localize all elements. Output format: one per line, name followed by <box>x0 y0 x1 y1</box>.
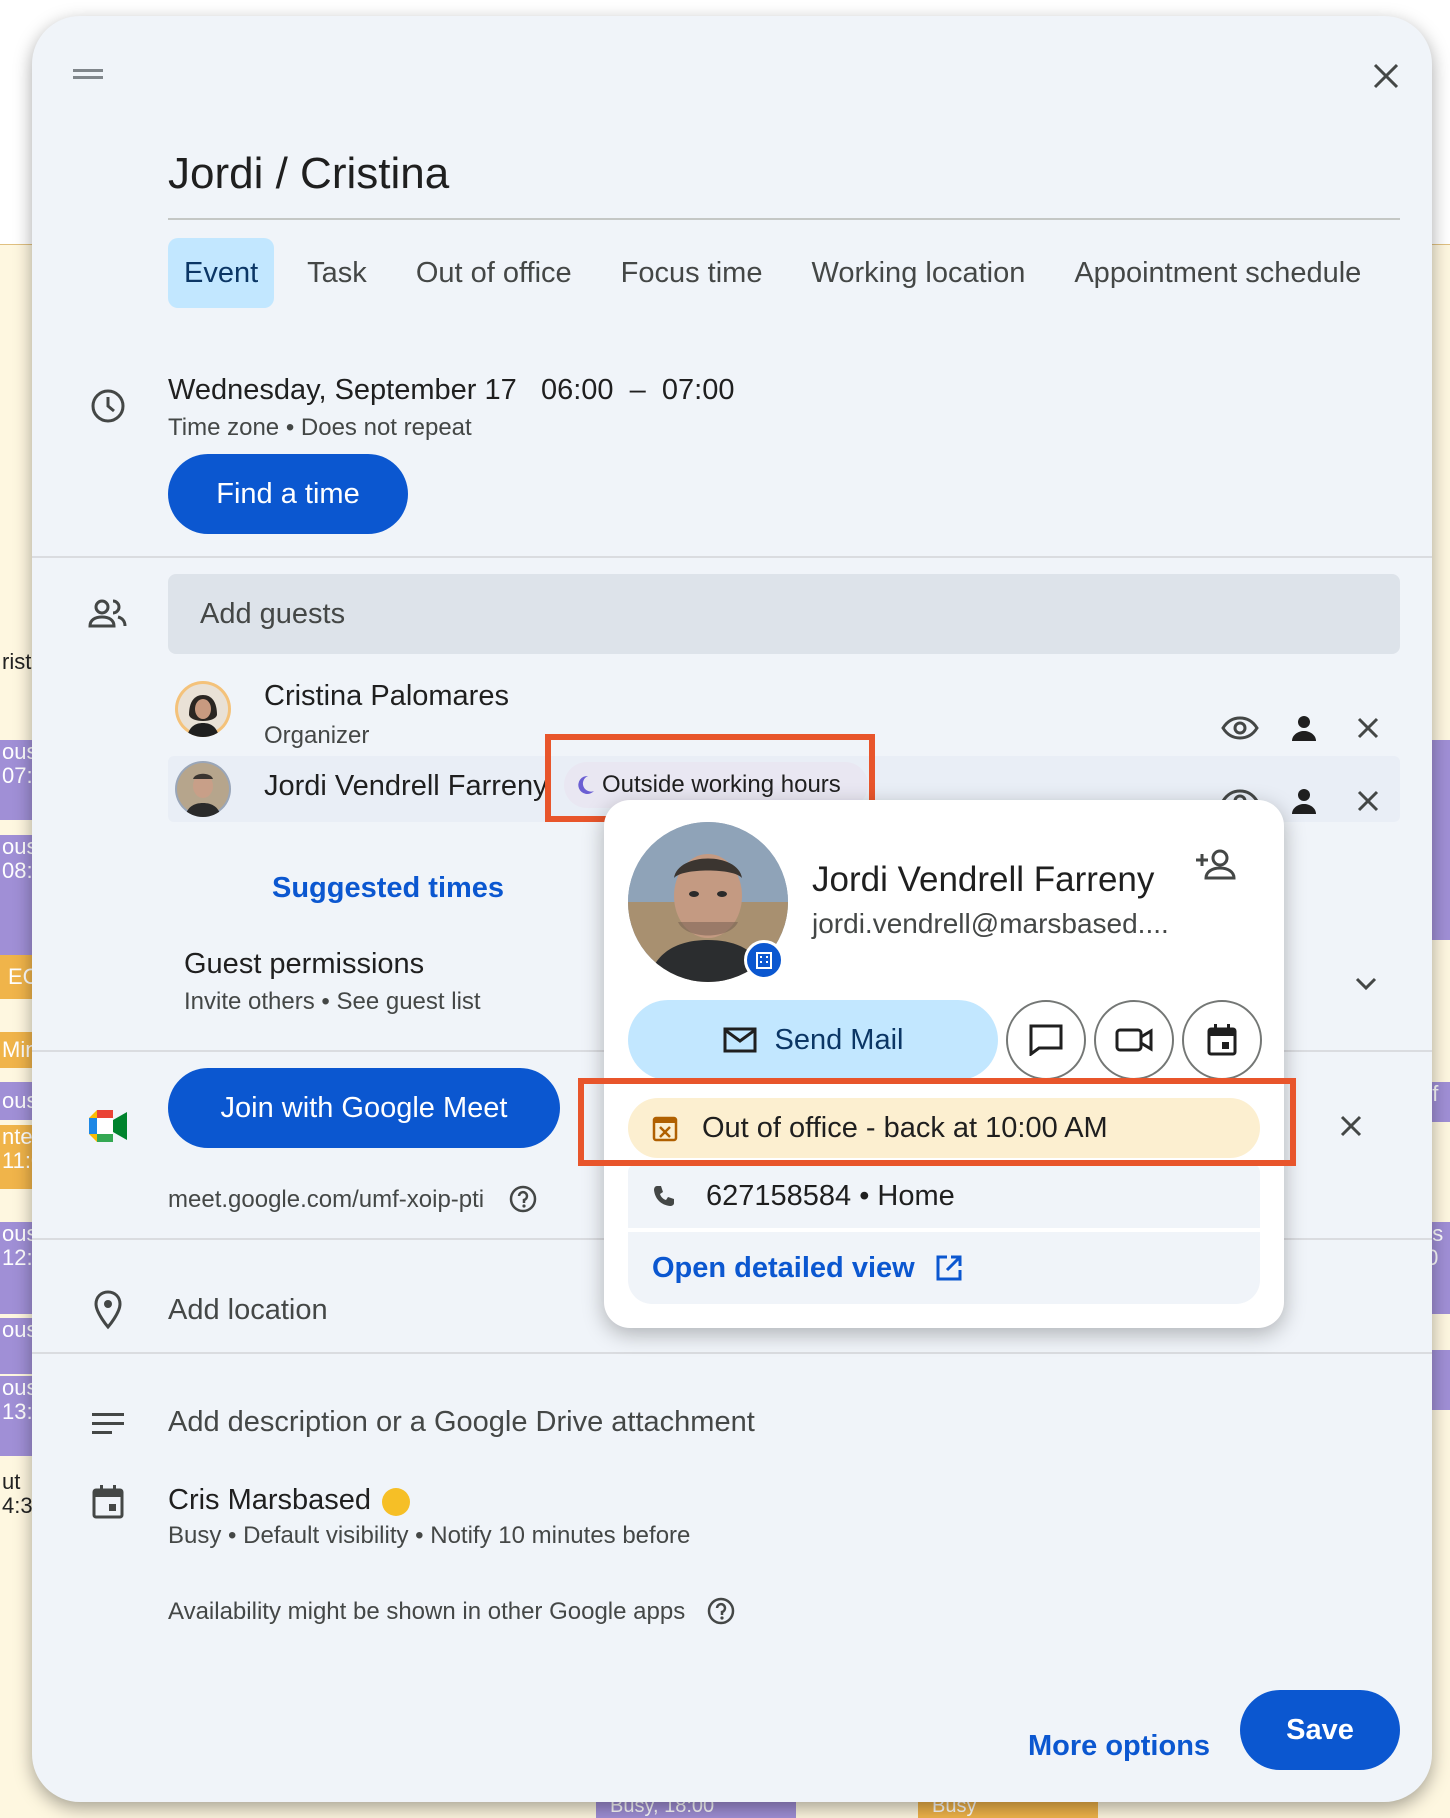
avatar <box>175 761 231 817</box>
busy-select[interactable]: Busy <box>168 1522 221 1549</box>
building-icon <box>744 940 784 980</box>
date-field[interactable]: Wednesday, September 17 <box>168 374 517 406</box>
bg-event: ous <box>0 1082 34 1120</box>
bg-event: ut4:30 <box>2 1470 34 1518</box>
video-icon <box>1115 1026 1153 1054</box>
bg-event-label: rist <box>2 650 32 674</box>
drag-handle-icon[interactable] <box>60 46 116 102</box>
tab-working-location[interactable]: Working location <box>795 238 1041 308</box>
popup-email[interactable]: jordi.vendrell@marsbased.... <box>812 908 1169 940</box>
event-type-tabs: Event Task Out of office Focus time Work… <box>168 238 1394 308</box>
popup-name: Jordi Vendrell Farreny <box>812 860 1155 899</box>
chat-icon <box>1029 1024 1063 1056</box>
phone-row[interactable]: 627158584 • Home <box>628 1164 1260 1228</box>
guest-permissions-summary: Invite others • See guest list <box>184 988 481 1015</box>
mail-icon <box>723 1027 757 1053</box>
help-icon[interactable] <box>506 1182 540 1216</box>
avatar <box>175 681 231 737</box>
tab-event[interactable]: Event <box>168 238 275 308</box>
find-a-time-button[interactable]: Find a time <box>168 454 408 534</box>
person-icon[interactable] <box>1276 773 1332 829</box>
tab-focus-time[interactable]: Focus time <box>605 238 779 308</box>
bg-event: ous <box>0 1318 34 1374</box>
add-description-input[interactable]: Add description or a Google Drive attach… <box>168 1406 755 1439</box>
time-dash: – <box>629 374 646 406</box>
guest-name: Jordi Vendrell Farreny <box>264 770 548 802</box>
tab-appointment-schedule[interactable]: Appointment schedule <box>1058 238 1377 308</box>
notification-select[interactable]: Notify 10 minutes before <box>430 1522 690 1549</box>
guest-permissions-title: Guest permissions <box>184 948 425 980</box>
add-person-icon[interactable] <box>1192 840 1240 888</box>
calendar-icon <box>1207 1024 1237 1056</box>
date-time-row: Wednesday, September 17 06:00 – 07:00 <box>168 374 734 407</box>
add-location-input[interactable]: Add location <box>168 1294 328 1327</box>
bg-event: ous 08: <box>0 835 34 955</box>
video-call-button[interactable] <box>1094 1000 1174 1080</box>
start-time-field[interactable]: 06:00 <box>541 374 614 406</box>
time-options: Time zone • Does not repeat <box>168 414 472 441</box>
eye-icon[interactable] <box>1212 700 1268 756</box>
divider <box>32 1352 1432 1354</box>
clock-icon <box>80 378 136 434</box>
google-meet-icon <box>80 1098 136 1154</box>
phone-icon <box>652 1184 676 1208</box>
bg-event: nte11:0 <box>0 1125 34 1189</box>
divider <box>32 556 1432 558</box>
suggested-times-link[interactable]: Suggested times <box>272 872 504 905</box>
external-link-icon <box>935 1254 963 1282</box>
tab-out-of-office[interactable]: Out of office <box>400 238 588 308</box>
availability-note: Availability might be shown in other Goo… <box>168 1598 686 1625</box>
remove-guest-icon[interactable] <box>1340 700 1396 756</box>
description-icon <box>80 1396 136 1452</box>
bg-event: Min <box>0 1032 34 1068</box>
save-button[interactable]: Save <box>1240 1690 1400 1770</box>
join-google-meet-button[interactable]: Join with Google Meet <box>168 1068 560 1148</box>
more-options-button[interactable]: More options <box>1028 1730 1210 1763</box>
visibility-select[interactable]: Default visibility <box>243 1522 408 1549</box>
guest-name: Cristina Palomares <box>264 680 509 712</box>
highlight-box <box>578 1078 1296 1166</box>
repeat-select[interactable]: Does not repeat <box>301 414 472 441</box>
bg-event: ous 07: <box>0 740 34 820</box>
send-mail-button[interactable]: Send Mail <box>628 1000 998 1080</box>
person-icon[interactable] <box>1276 700 1332 756</box>
help-icon[interactable] <box>704 1594 738 1628</box>
schedule-event-button[interactable] <box>1182 1000 1262 1080</box>
calendar-icon <box>80 1474 136 1530</box>
close-icon[interactable] <box>1358 48 1414 104</box>
chevron-down-icon[interactable] <box>1338 956 1394 1012</box>
remove-meet-icon[interactable] <box>1340 1098 1362 1154</box>
event-title-input[interactable]: Jordi / Cristina <box>168 144 1400 220</box>
location-pin-icon <box>80 1282 136 1338</box>
timezone-link[interactable]: Time zone <box>168 414 279 441</box>
calendar-color-dot[interactable] <box>382 1488 410 1516</box>
person-popup-card: Jordi Vendrell Farreny jordi.vendrell@ma… <box>604 800 1284 1328</box>
calendar-settings: Busy • Default visibility • Notify 10 mi… <box>168 1522 691 1549</box>
bg-event: ous13:3 <box>0 1376 34 1456</box>
open-detailed-view-link[interactable]: Open detailed view <box>628 1232 1260 1304</box>
end-time-field[interactable]: 07:00 <box>662 374 735 406</box>
remove-guest-icon[interactable] <box>1340 773 1396 829</box>
add-guests-input[interactable]: Add guests <box>168 574 1400 654</box>
chat-button[interactable] <box>1006 1000 1086 1080</box>
meet-link[interactable]: meet.google.com/umf-xoip-pti <box>168 1186 484 1214</box>
guest-role: Organizer <box>264 722 370 749</box>
calendar-name[interactable]: Cris Marsbased <box>168 1484 371 1517</box>
bg-event: EC <box>0 955 34 999</box>
people-icon <box>80 586 136 642</box>
tab-task[interactable]: Task <box>291 238 383 308</box>
bg-event: ous12:0 <box>0 1222 34 1314</box>
